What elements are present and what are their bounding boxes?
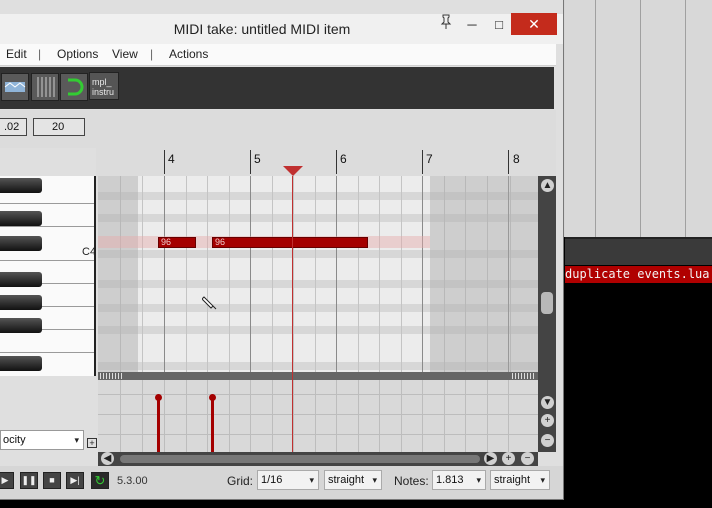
velocity-handle[interactable] (209, 394, 216, 401)
background-arrange-grid (565, 0, 712, 237)
lane-divider[interactable] (98, 372, 538, 380)
scroll-left-button[interactable]: ◀ (101, 452, 114, 465)
hzoom-in-button[interactable]: + (502, 452, 515, 465)
black-key[interactable] (0, 211, 42, 226)
chevron-down-icon: ▾ (372, 475, 377, 485)
menu-separator: | (150, 47, 154, 61)
step-input-icon[interactable] (1, 73, 29, 101)
menu-separator: | (38, 47, 42, 61)
grid-select[interactable]: 1/16 ▾ (257, 470, 319, 490)
chevron-down-icon: ▾ (540, 475, 545, 485)
playhead-marker[interactable] (283, 166, 303, 176)
bar-label-7: 7 (426, 152, 433, 166)
midi-note[interactable]: 96 (212, 237, 368, 248)
menu-options[interactable]: Options (57, 47, 98, 61)
notes-mode-value: straight (494, 474, 531, 486)
notes-select[interactable]: 1.813 ▾ (432, 470, 486, 490)
black-key[interactable] (0, 178, 42, 193)
bar-label-5: 5 (254, 152, 261, 166)
black-key[interactable] (0, 295, 42, 310)
notes-value: 1.813 (436, 474, 464, 486)
chevron-down-icon: ▾ (74, 435, 79, 445)
scroll-down-button[interactable]: ▼ (541, 396, 554, 409)
c4-key-label: C4 (82, 246, 96, 258)
notes-label: Notes: (394, 474, 429, 488)
bar-label-6: 6 (340, 152, 347, 166)
bar-label-8: 8 (513, 152, 520, 166)
pin-icon[interactable] (432, 14, 460, 36)
grid-mode-select[interactable]: straight ▾ (324, 470, 382, 490)
velocity-lane[interactable] (98, 380, 538, 452)
scroll-up-button[interactable]: ▲ (541, 179, 554, 192)
instrument-button[interactable]: mpl_ instru (89, 72, 119, 100)
grid-label: Grid: (227, 474, 254, 488)
midi-note[interactable]: 96 (158, 237, 196, 248)
velocity-stem[interactable] (157, 398, 160, 452)
vertical-scrollbar[interactable]: ▲ ▼ + − (538, 176, 556, 452)
grid-icon[interactable] (31, 73, 59, 101)
bar-label-4: 4 (168, 152, 175, 166)
scroll-right-button[interactable]: ▶ (484, 452, 497, 465)
hzoom-out-button[interactable]: − (521, 452, 534, 465)
pencil-cursor-icon (201, 295, 218, 314)
horizontal-scrollbar[interactable]: ◀ ▶ + − (98, 452, 538, 466)
note-properties-row: .02 20 (0, 110, 556, 148)
maximize-button[interactable]: □ (485, 14, 513, 36)
horizontal-scroll-thumb[interactable] (120, 455, 480, 463)
grid-mode-value: straight (328, 474, 365, 486)
menu-view[interactable]: View (112, 47, 138, 61)
snap-magnet-icon[interactable] (60, 73, 88, 101)
length-field[interactable]: 20 (33, 118, 85, 136)
instrument-label-2: instru (92, 87, 115, 97)
vertical-scroll-thumb[interactable] (541, 292, 553, 314)
notes-mode-select[interactable]: straight ▾ (490, 470, 550, 490)
instrument-label-1: mpl_ (92, 77, 112, 87)
close-button[interactable]: ✕ (511, 13, 557, 35)
add-lane-button[interactable]: + (87, 438, 97, 448)
chevron-down-icon: ▾ (476, 475, 481, 485)
minimize-button[interactable]: ─ (458, 14, 486, 36)
menu-bar: Edit | Options View | Actions (0, 44, 556, 66)
velocity-stem[interactable] (211, 398, 214, 452)
black-key[interactable] (0, 318, 42, 333)
zoom-in-button[interactable]: + (541, 414, 554, 427)
position-field[interactable]: .02 (0, 118, 27, 136)
piano-roll-keys[interactable]: C4 (0, 176, 96, 376)
zoom-out-button[interactable]: − (541, 434, 554, 447)
midi-editor-window: MIDI take: untitled MIDI item ─ □ ✕ Edit… (0, 0, 564, 500)
console-output-line: duplicate events.lua (565, 266, 712, 283)
console-area (565, 283, 712, 508)
black-key[interactable] (0, 272, 42, 287)
chevron-down-icon: ▾ (309, 475, 314, 485)
note-grid[interactable]: 96 96 (98, 176, 538, 372)
background-toolbar (565, 237, 712, 265)
editor-toolbar: mpl_ instru (0, 67, 554, 109)
pause-button[interactable]: ❚❚ (20, 472, 38, 489)
version-label: 5.3.00 (117, 475, 148, 487)
next-button[interactable]: ▶| (66, 472, 84, 489)
loop-icon[interactable]: ↻ (91, 472, 109, 489)
cc-lane-value: ocity (3, 434, 26, 446)
play-button[interactable]: ▶ (0, 472, 14, 489)
black-key[interactable] (0, 356, 42, 371)
transport-bar: ▶ ❚❚ ■ ▶| ↻ 5.3.00 Grid: 1/16 ▾ straight… (0, 466, 563, 499)
timeline-ruler[interactable]: 4 5 6 7 8 (96, 148, 556, 176)
out-of-item-shade (430, 176, 538, 372)
grid-value: 1/16 (261, 474, 283, 486)
black-key[interactable] (0, 236, 42, 251)
out-of-item-shade (98, 176, 138, 372)
menu-edit[interactable]: Edit (6, 47, 27, 61)
stop-button[interactable]: ■ (43, 472, 61, 489)
velocity-handle[interactable] (155, 394, 162, 401)
menu-actions[interactable]: Actions (169, 47, 208, 61)
playhead-line (292, 176, 293, 452)
cc-lane-select[interactable]: ocity ▾ (0, 430, 84, 450)
